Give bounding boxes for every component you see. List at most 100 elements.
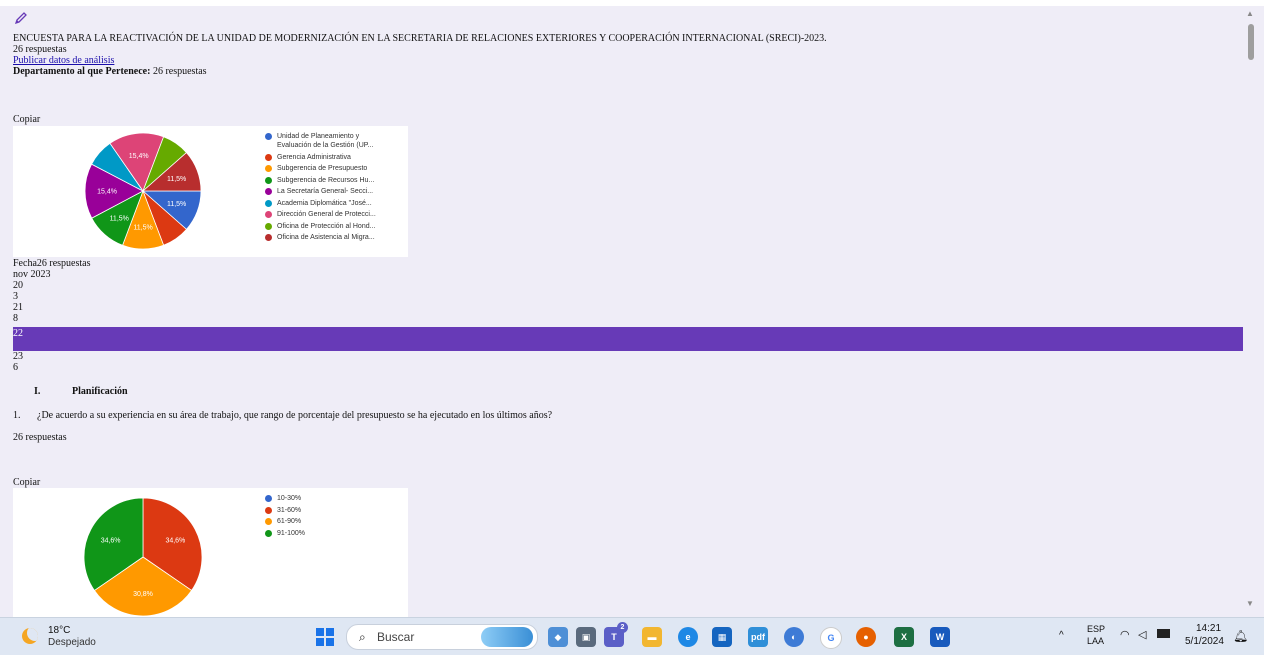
pie-data-label: 34,6%: [101, 537, 121, 544]
windows-start-icon[interactable]: [316, 628, 334, 646]
budget-response-count: 26 respuestas: [13, 432, 67, 443]
legend-color-dot: [265, 153, 272, 161]
copilot-app-icon[interactable]: ◆: [548, 627, 568, 647]
section-title: Planificación: [72, 386, 128, 397]
vertical-scrollbar[interactable]: ▲ ▼: [1243, 6, 1257, 614]
taskbar-search-placeholder: Buscar: [377, 630, 415, 644]
date-value: 20: [13, 280, 23, 291]
task-view-icon[interactable]: ▣: [576, 627, 596, 647]
legend-label: Subgerencia de Presupuesto: [277, 165, 368, 172]
legend-item: La Secretaría General- Secci...: [265, 187, 376, 196]
legend-color-dot: [265, 211, 272, 218]
legend-label: 61-90%: [277, 518, 302, 525]
weather-temperature: 18°C: [48, 625, 71, 636]
legend-item: 61-90%: [265, 517, 305, 526]
section-number: I.: [34, 386, 41, 397]
store-app-icon[interactable]: ▦: [712, 627, 732, 647]
survey-response-count: 26 respuestas: [13, 44, 67, 55]
chrome-profile-icon[interactable]: ◐: [784, 627, 804, 647]
department-pie: 11,5% 11,5% 11,5% 15,4% 15,4% 11,5%: [84, 132, 202, 250]
file-explorer-icon[interactable]: ▬: [642, 627, 662, 647]
legend-color-dot: [265, 188, 272, 195]
legend-color-dot: [265, 222, 272, 230]
search-highlight-icon: [481, 627, 533, 647]
wifi-icon[interactable]: ◠: [1120, 628, 1130, 641]
legend-color-dot: [265, 529, 272, 537]
edit-pencil-icon[interactable]: [14, 11, 28, 25]
department-chart: 11,5% 11,5% 11,5% 15,4% 15,4% 11,5% Unidad de…: [13, 126, 408, 257]
date-question-label: Fecha: [13, 258, 37, 269]
date-count: 3: [13, 291, 18, 302]
legend-color-dot: [265, 176, 272, 184]
legend-color-dot: [265, 133, 272, 140]
scroll-up-arrow-icon[interactable]: ▲: [1245, 10, 1255, 18]
department-response-count: 26 respuestas: [152, 66, 207, 77]
legend-label: Gerencia Administrativa: [277, 153, 351, 161]
weather-widget[interactable]: 18°C Despejado: [18, 625, 128, 651]
date-value: 22: [13, 328, 23, 339]
moon-icon: [22, 628, 38, 644]
firefox-app-icon[interactable]: ●: [856, 627, 876, 647]
show-hidden-icons-chevron-icon[interactable]: ^: [1059, 630, 1064, 641]
legend-item: Subgerencia de Presupuesto: [265, 164, 376, 173]
pie-data-label: 11,5%: [167, 176, 186, 183]
pie-data-label: 15,4%: [97, 189, 117, 196]
scroll-down-arrow-icon[interactable]: ▼: [1245, 600, 1255, 608]
excel-app-icon[interactable]: X: [894, 627, 914, 647]
edge-browser-icon[interactable]: e: [678, 627, 698, 647]
input-language[interactable]: ESP: [1087, 624, 1105, 634]
clock-date[interactable]: 5/1/2024: [1185, 636, 1224, 647]
department-question-label: Departamento al que Pertenece:: [13, 66, 151, 77]
keyboard-layout[interactable]: LAA: [1087, 636, 1104, 646]
legend-color-dot: [265, 165, 272, 172]
date-count: 8: [13, 313, 18, 324]
legend-label: Oficina de Protección al Hond...: [277, 222, 376, 230]
budget-chart: 34,6% 30,8% 34,6% 10-30% 31-60% 61-90% 91-100…: [13, 488, 408, 617]
legend-item: Oficina de Asistencia al Migra...: [265, 233, 376, 242]
copy-chart-button[interactable]: Copiar: [13, 477, 40, 488]
legend-color-dot: [265, 495, 272, 502]
legend-item: 91-100%: [265, 529, 305, 538]
date-question-header: Fecha26 respuestas: [13, 258, 91, 269]
browser-page: ENCUESTA PARA LA REACTIVACIÓN DE LA UNID…: [0, 0, 1264, 617]
scrollbar-thumb[interactable]: [1248, 24, 1254, 60]
legend-item: Subgerencia de Recursos Hu...: [265, 176, 376, 185]
pie-data-label: 15,4%: [129, 153, 149, 160]
legend-label: Unidad de Planeamiento y: [277, 133, 360, 140]
legend-label: La Secretaría General- Secci...: [277, 188, 374, 195]
date-value: 23: [13, 351, 23, 362]
legend-item: Academia Diplomática "José...: [265, 199, 376, 208]
legend-label: Dirección General de Protecci...: [277, 211, 376, 218]
legend-item: 10-30%: [265, 494, 305, 503]
legend-label: 31-60%: [277, 506, 302, 514]
battery-icon[interactable]: [1157, 629, 1170, 641]
clock-time[interactable]: 14:21: [1196, 623, 1221, 634]
google-app-icon[interactable]: G: [820, 627, 842, 649]
legend-label: 91-100%: [277, 529, 306, 537]
legend-color-dot: [265, 506, 272, 514]
volume-icon[interactable]: ◁: [1138, 628, 1146, 641]
taskbar-search-box[interactable]: ⌕ Buscar: [346, 624, 538, 650]
legend-color-dot: [265, 234, 272, 241]
notification-bell-icon[interactable]: 🔔︎: [1233, 629, 1248, 643]
legend-label: 10-30%: [277, 495, 302, 502]
selected-date-row[interactable]: 22: [13, 327, 1252, 351]
teams-notification-badge: 2: [617, 622, 628, 633]
pie-data-label: 11,5%: [167, 201, 186, 208]
pdf-app-icon[interactable]: pdf: [748, 627, 768, 647]
teams-app-icon[interactable]: T2: [604, 622, 628, 647]
word-app-icon[interactable]: W: [930, 627, 950, 647]
legend-label: Evaluación de la Gestión (UP...: [277, 142, 374, 149]
date-count: 6: [13, 362, 18, 373]
date-response-count: 26 respuestas: [36, 258, 91, 269]
legend-item: Gerencia Administrativa: [265, 153, 376, 162]
search-icon: ⌕: [359, 630, 366, 644]
legend-label: Subgerencia de Recursos Hu...: [277, 176, 375, 184]
legend-color-dot: [265, 199, 272, 207]
legend-color-dot: [265, 518, 272, 525]
windows-taskbar: 18°C Despejado ⌕ Buscar ◆ ▣ T2 ▬ e ▦ pdf…: [0, 617, 1264, 655]
publish-analysis-link[interactable]: Publicar datos de análisis: [13, 55, 114, 66]
date-value: 21: [13, 302, 23, 313]
copy-chart-button[interactable]: Copiar: [13, 114, 40, 125]
department-legend: Unidad de Planeamiento y Evaluación de la…: [265, 132, 376, 245]
